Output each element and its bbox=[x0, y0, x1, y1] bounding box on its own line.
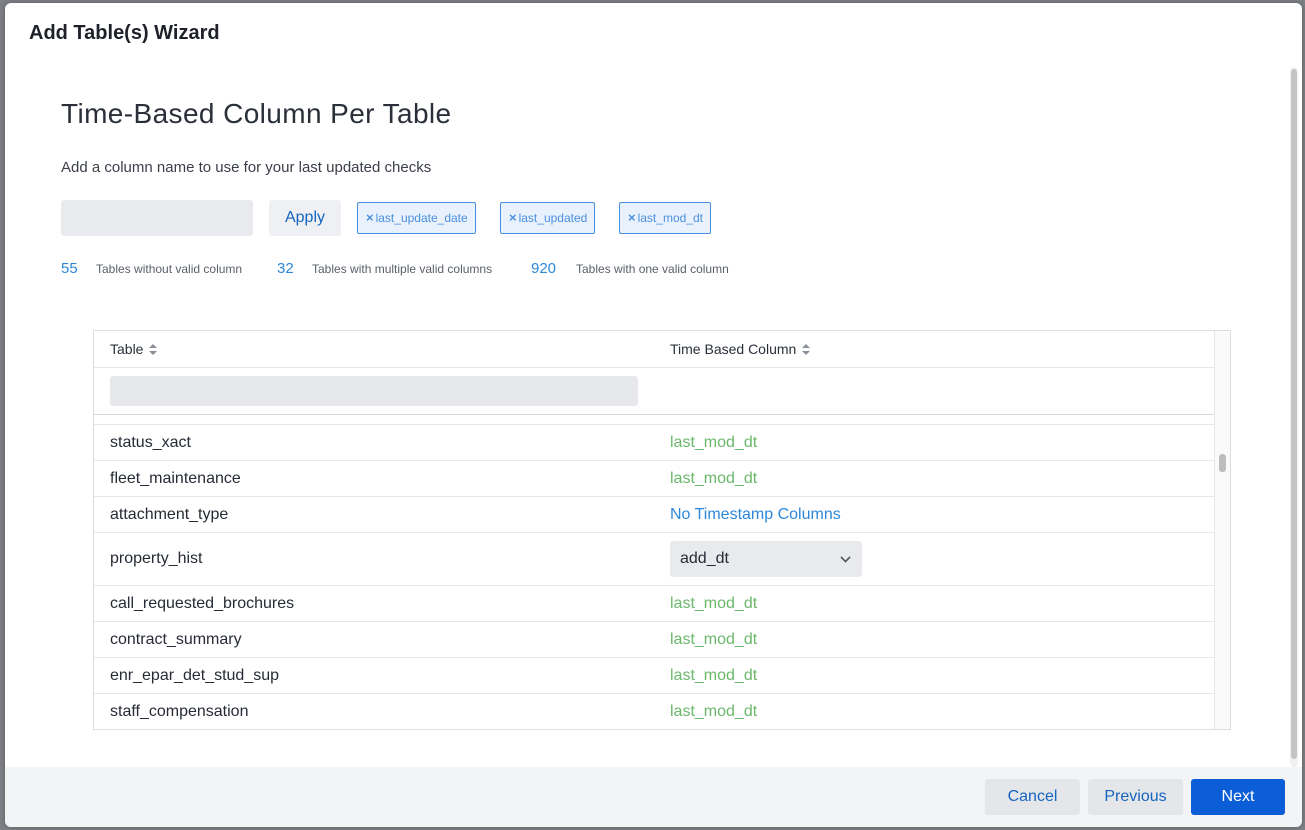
stat-count-one-valid[interactable]: 920 bbox=[531, 260, 556, 277]
time-column-select[interactable]: add_dt bbox=[670, 541, 862, 577]
column-header-table[interactable]: Table bbox=[110, 341, 158, 357]
wizard-modal: Add Table(s) Wizard Time-Based Column Pe… bbox=[5, 3, 1302, 827]
modal-title: Add Table(s) Wizard bbox=[29, 22, 220, 44]
modal-scrollbar[interactable] bbox=[1290, 67, 1298, 767]
column-name-input[interactable] bbox=[61, 200, 253, 236]
column-tag[interactable]: × last_updated bbox=[500, 202, 596, 234]
time-column-cell: last_mod_dt bbox=[670, 434, 758, 451]
previous-button[interactable]: Previous bbox=[1088, 779, 1183, 815]
table-scrollbar[interactable] bbox=[1214, 331, 1230, 729]
table-row: call_requested_brochures last_mod_dt bbox=[94, 586, 1215, 622]
time-column-cell: last_mod_dt bbox=[670, 631, 758, 648]
sort-icon[interactable] bbox=[149, 344, 158, 356]
table-name-cell: staff_compensation bbox=[110, 703, 249, 720]
table-filter-input[interactable] bbox=[110, 376, 638, 406]
table-row: attachment_type No Timestamp Columns bbox=[94, 497, 1215, 533]
next-button[interactable]: Next bbox=[1191, 779, 1285, 815]
column-tag-label: last_update_date bbox=[375, 211, 468, 225]
table-row: contract_summary last_mod_dt bbox=[94, 622, 1215, 658]
cancel-button[interactable]: Cancel bbox=[985, 779, 1080, 815]
stat-label-one-valid: Tables with one valid column bbox=[576, 262, 729, 276]
table-row: status_xact last_mod_dt bbox=[94, 425, 1215, 461]
close-icon[interactable]: × bbox=[509, 210, 517, 225]
column-tag-label: last_updated bbox=[518, 211, 588, 225]
stat-label-multiple-valid: Tables with multiple valid columns bbox=[312, 262, 493, 276]
table-name-cell: enr_epar_det_stud_sup bbox=[110, 667, 280, 684]
time-column-cell: last_mod_dt bbox=[670, 703, 758, 720]
no-timestamp-columns-link[interactable]: No Timestamp Columns bbox=[670, 506, 841, 524]
table-row: fleet_maintenance last_mod_dt bbox=[94, 461, 1215, 497]
column-header-table-label: Table bbox=[110, 341, 144, 357]
modal-scrollbar-thumb[interactable] bbox=[1291, 69, 1297, 759]
column-tag[interactable]: × last_update_date bbox=[357, 202, 476, 234]
table-name-cell: attachment_type bbox=[110, 506, 229, 523]
time-column-cell: last_mod_dt bbox=[670, 667, 758, 684]
time-column-cell: last_mod_dt bbox=[670, 595, 758, 612]
time-column-cell: last_mod_dt bbox=[670, 470, 758, 487]
close-icon[interactable]: × bbox=[366, 210, 374, 225]
table-row: property_hist add_dt bbox=[94, 533, 1215, 586]
table-header-row: Table Time Based Column bbox=[94, 331, 1215, 368]
column-header-time-based[interactable]: Time Based Column bbox=[670, 341, 811, 357]
column-header-time-based-label: Time Based Column bbox=[670, 341, 797, 357]
table-name-cell: contract_summary bbox=[110, 631, 242, 648]
table-name-cell: call_requested_brochures bbox=[110, 595, 295, 612]
step-title: Time-Based Column Per Table bbox=[61, 98, 452, 129]
stat-label-without-valid: Tables without valid column bbox=[96, 262, 243, 276]
column-tag[interactable]: × last_mod_dt bbox=[619, 202, 711, 234]
stat-count-multiple-valid[interactable]: 32 bbox=[277, 260, 294, 277]
filter-row bbox=[94, 368, 1215, 415]
apply-button[interactable]: Apply bbox=[269, 200, 341, 236]
table-name-cell: property_hist bbox=[110, 550, 203, 567]
close-icon[interactable]: × bbox=[628, 210, 636, 225]
step-subtitle: Add a column name to use for your last u… bbox=[61, 159, 432, 176]
modal-footer: Cancel Previous Next bbox=[5, 767, 1302, 827]
sort-icon[interactable] bbox=[802, 344, 811, 356]
table-name-cell: fleet_maintenance bbox=[110, 470, 241, 487]
table-row: enr_epar_det_stud_sup last_mod_dt bbox=[94, 658, 1215, 694]
column-tag-label: last_mod_dt bbox=[637, 211, 703, 225]
tables-grid: Table Time Based Column status_xact last… bbox=[93, 330, 1231, 730]
stat-count-without-valid[interactable]: 55 bbox=[61, 260, 78, 277]
table-row: staff_compensation last_mod_dt bbox=[94, 694, 1215, 729]
table-body: status_xact last_mod_dt fleet_maintenanc… bbox=[94, 424, 1215, 729]
time-column-select-value: add_dt bbox=[680, 550, 729, 567]
table-name-cell: status_xact bbox=[110, 434, 191, 451]
chevron-down-icon bbox=[840, 552, 851, 563]
table-scrollbar-thumb[interactable] bbox=[1219, 454, 1226, 472]
